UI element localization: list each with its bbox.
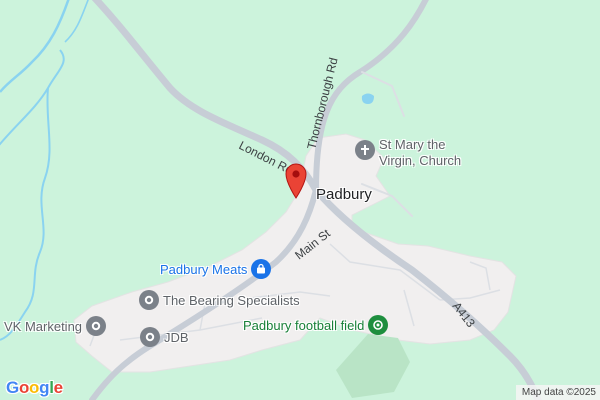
poi-football-field[interactable]: Padbury football field	[243, 315, 389, 335]
river	[64, 0, 89, 43]
poi-vk-marketing[interactable]: VK Marketing	[4, 316, 107, 336]
poi-jdb[interactable]: JDB	[140, 327, 189, 347]
red-location-pin-icon[interactable]	[285, 163, 307, 204]
poi-label: St Mary the Virgin, Church	[379, 137, 462, 168]
poi-church[interactable]: St Mary the Virgin, Church	[355, 137, 461, 169]
place-icon	[140, 327, 160, 347]
shopping-bag-icon	[251, 259, 272, 279]
map-attribution[interactable]: Map data ©2025	[515, 385, 600, 400]
river	[0, 0, 70, 93]
church-icon	[355, 140, 375, 160]
poi-label: The Bearing Specialists	[163, 292, 300, 308]
place-icon	[139, 290, 159, 310]
poi-label: VK Marketing	[4, 318, 83, 334]
river	[0, 87, 51, 341]
pond	[361, 93, 374, 104]
poi-label: Padbury football field	[243, 317, 365, 333]
google-logo[interactable]: Google	[6, 378, 63, 398]
map-canvas[interactable]: London Rd Thornborough Rd Main St A413 P…	[0, 0, 600, 400]
poi-label: JDB	[164, 329, 189, 345]
park-icon	[368, 315, 389, 335]
poi-bearing-specialists[interactable]: The Bearing Specialists	[139, 290, 300, 310]
river	[0, 49, 65, 146]
poi-padbury-meats[interactable]: Padbury Meats	[160, 259, 272, 279]
place-icon	[86, 316, 107, 336]
sports-field	[336, 334, 410, 398]
place-label: Padbury	[316, 186, 372, 203]
poi-label: Padbury Meats	[160, 261, 248, 277]
